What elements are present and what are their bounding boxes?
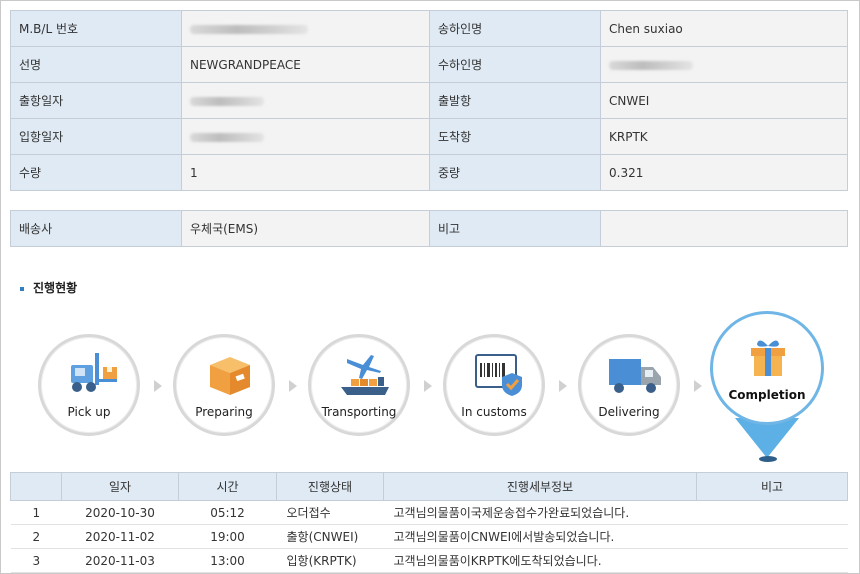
step-label: In customs [461,405,527,419]
gift-icon [751,340,785,376]
departure-port-value: CNWEI [600,82,848,119]
step-completion: Completion [710,311,824,425]
step-arrow-icon [424,380,432,392]
redacted-value [190,132,264,142]
row-status: 출항(CNWEI) [276,524,384,549]
vessel-name-value: NEWGRANDPEACE [181,46,430,83]
departure-date-label: 출항일자 [10,82,182,119]
current-step-pin-base [759,456,777,462]
col-header-detail: 진행세부정보 [383,472,697,501]
row-status: 입항(KRPTK) [276,548,384,573]
remarks-value [600,210,848,247]
step-delivering: Delivering [578,334,680,436]
col-header-date: 일자 [61,472,179,501]
table-row: 3 2020-11-03 13:00 입항(KRPTK) 고객님의물품이KRPT… [10,548,848,573]
consignee-name-label: 수하인명 [429,46,601,83]
mbl-number-label: M.B/L 번호 [10,10,182,47]
step-arrow-icon [154,380,162,392]
col-header-no [10,472,62,501]
truck-icon [609,359,661,393]
arrival-date-value [181,118,430,155]
step-label: Preparing [195,405,253,419]
row-number: 1 [10,500,62,525]
row-detail: 고객님의물품이국제운송접수가완료되었습니다. [383,500,697,525]
row-number: 3 [10,548,62,573]
info-row: 입항일자 도착항 KRPTK [10,118,848,155]
arrival-port-label: 도착항 [429,118,601,155]
row-note [696,500,848,525]
row-time: 13:00 [178,548,277,573]
row-date: 2020-11-03 [61,548,179,573]
box-icon [210,357,250,395]
row-date: 2020-10-30 [61,500,179,525]
bullet-icon [20,286,24,291]
info-row: M.B/L 번호 송하인명 Chen suxiao [10,10,848,47]
info-row: 출항일자 출발항 CNWEI [10,82,848,119]
step-label: Delivering [598,405,660,419]
row-number: 2 [10,524,62,549]
remarks-label: 비고 [429,210,601,247]
row-status: 오더접수 [276,500,384,525]
step-label: Transporting [321,405,397,419]
step-arrow-icon [289,380,297,392]
weight-value: 0.321 [600,154,848,191]
col-header-status: 진행상태 [276,472,384,501]
shipper-name-label: 송하인명 [429,10,601,47]
weight-label: 중량 [429,154,601,191]
step-label: Completion [728,388,806,402]
redacted-value [190,24,308,34]
table-header-row: 일자 시간 진행상태 진행세부정보 비고 [10,472,848,501]
customs-document-icon [475,354,522,396]
row-time: 19:00 [178,524,277,549]
row-detail: 고객님의물품이KRPTK에도착되었습니다. [383,548,697,573]
step-preparing: Preparing [173,334,275,436]
step-arrow-icon [694,380,702,392]
row-note [696,524,848,549]
arrival-port-value: KRPTK [600,118,848,155]
carrier-label: 배송사 [10,210,182,247]
col-header-note: 비고 [696,472,848,501]
row-detail: 고객님의물품이CNWEI에서발송되었습니다. [383,524,697,549]
consignee-name-value [600,46,848,83]
shipper-name-value: Chen suxiao [600,10,848,47]
quantity-label: 수량 [10,154,182,191]
info-row: 선명 NEWGRANDPEACE 수하인명 [10,46,848,83]
step-arrow-icon [559,380,567,392]
row-note [696,548,848,573]
col-header-time: 시간 [178,472,277,501]
table-row: 2 2020-11-02 19:00 출항(CNWEI) 고객님의물품이CNWE… [10,524,848,549]
progress-title-text: 진행현황 [33,281,78,295]
departure-date-value [181,82,430,119]
step-in-customs: In customs [443,334,545,436]
progress-section-title: 진행현황 [20,279,77,296]
redacted-value [609,60,693,70]
vessel-name-label: 선명 [10,46,182,83]
shipment-info-table: M.B/L 번호 송하인명 Chen suxiao 선명 NEWGRANDPEA… [10,10,848,191]
quantity-value: 1 [181,154,430,191]
mbl-number-value [181,10,430,47]
info-row: 수량 1 중량 0.321 [10,154,848,191]
tracking-history-table: 일자 시간 진행상태 진행세부정보 비고 1 2020-10-30 05:12 … [10,472,848,573]
departure-port-label: 출발항 [429,82,601,119]
carrier-value: 우체국(EMS) [181,210,430,247]
step-transporting: Transporting [308,334,410,436]
arrival-date-label: 입항일자 [10,118,182,155]
plane-ship-icon [341,355,389,395]
redacted-value [190,96,264,106]
info-row: 배송사 우체국(EMS) 비고 [10,210,848,247]
carrier-info-table: 배송사 우체국(EMS) 비고 [10,210,848,247]
row-date: 2020-11-02 [61,524,179,549]
step-pick-up: Pick up [38,334,140,436]
forklift-icon [71,353,117,392]
row-time: 05:12 [178,500,277,525]
step-label: Pick up [67,405,111,419]
table-row: 1 2020-10-30 05:12 오더접수 고객님의물품이국제운송접수가완료… [10,500,848,525]
